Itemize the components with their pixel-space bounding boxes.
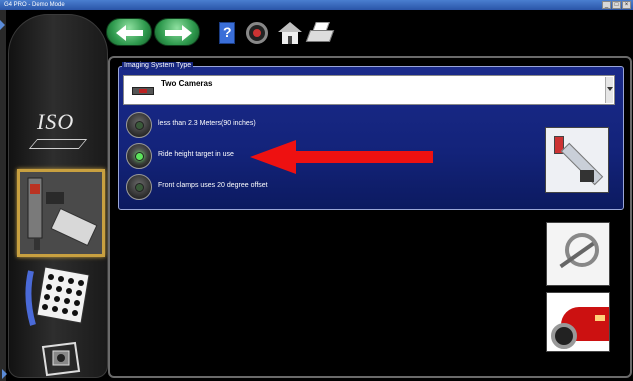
minimize-button[interactable]: _ — [602, 1, 611, 9]
ride-height-target-image — [545, 127, 609, 193]
print-icon[interactable] — [305, 20, 335, 46]
target-grid-icon — [25, 266, 90, 326]
help-book-icon[interactable]: ? — [215, 20, 243, 46]
close-button[interactable]: × — [622, 1, 631, 9]
window-controls: _ □ × — [602, 1, 631, 9]
option-distance[interactable]: less than 2.3 Meters(90 inches) — [126, 112, 426, 138]
sidebar-item-target-setup[interactable] — [23, 261, 95, 333]
sidebar: ISO — [8, 14, 108, 378]
camera-target-icon — [20, 172, 102, 254]
camera-icon — [132, 87, 154, 95]
option-label: less than 2.3 Meters(90 inches) — [158, 120, 256, 127]
wheel-clamp-image — [546, 222, 610, 286]
radio-button[interactable] — [126, 112, 152, 138]
radio-button[interactable] — [126, 174, 152, 200]
title-bar: G4 PRO - Demo Mode _ □ × — [0, 0, 633, 10]
wheel-icon[interactable] — [244, 20, 272, 46]
option-front-clamps-offset[interactable]: Front clamps uses 20 degree offset — [126, 174, 426, 200]
chevron-down-icon — [607, 87, 613, 91]
scroll-down-arrow-icon[interactable] — [2, 369, 7, 379]
car-fender-image — [546, 292, 610, 352]
radio-button-selected[interactable] — [126, 143, 152, 169]
forward-arrow-icon — [182, 25, 192, 41]
iso-label: ISO — [37, 109, 75, 134]
sidebar-item-camera-setup[interactable] — [23, 337, 95, 381]
window-title: G4 PRO - Demo Mode — [4, 2, 65, 8]
back-button[interactable] — [106, 18, 152, 46]
dropdown-button[interactable] — [605, 77, 613, 103]
option-label: Front clamps uses 20 degree offset — [158, 182, 268, 189]
sidebar-item-imaging-system[interactable] — [17, 169, 105, 257]
sidebar-item-iso[interactable]: ISO — [23, 97, 95, 169]
camera-frame-icon — [41, 341, 81, 377]
left-scroll-strip[interactable] — [0, 10, 6, 381]
imaging-system-select[interactable]: Two Cameras — [123, 75, 615, 105]
option-label: Ride height target in use — [158, 151, 234, 158]
iso-plane-icon — [28, 139, 88, 149]
maximize-button[interactable]: □ — [612, 1, 621, 9]
group-title: Imaging System Type — [122, 62, 194, 70]
scroll-up-arrow-icon[interactable] — [0, 20, 5, 30]
selected-system-value: Two Cameras — [161, 79, 213, 88]
highlight-arrow-icon — [250, 140, 433, 174]
home-icon[interactable] — [276, 20, 304, 46]
forward-button[interactable] — [154, 18, 200, 46]
